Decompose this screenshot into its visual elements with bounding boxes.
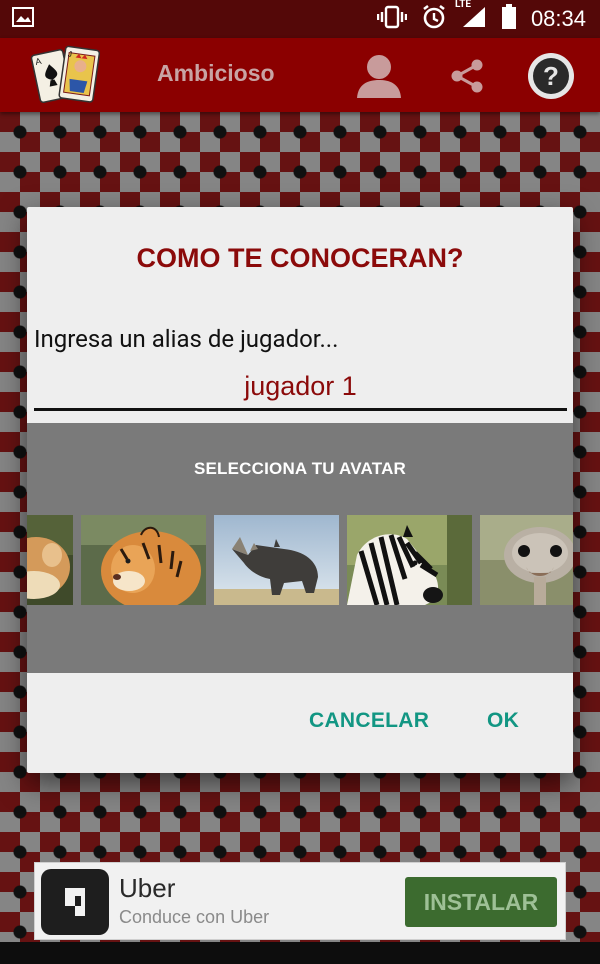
app-logo: A J: [30, 44, 102, 108]
clock: 08:34: [530, 6, 586, 31]
battery-icon: [501, 4, 517, 34]
network-label: LTE: [454, 0, 472, 10]
avatar-ostrich[interactable]: [480, 515, 573, 605]
install-button[interactable]: INSTALAR: [405, 877, 557, 927]
avatar-rhino[interactable]: [214, 515, 339, 605]
avatar-section-title: SELECCIONA TU AVATAR: [193, 459, 407, 478]
dialog-actions: CANCELAR OK: [27, 673, 573, 773]
app-title: Ambicioso: [157, 60, 275, 86]
avatar-zebra[interactable]: [347, 515, 472, 605]
alias-dialog: COMO TE CONOCERAN? Ingresa un alias de j…: [27, 207, 573, 773]
alias-input[interactable]: [34, 369, 567, 411]
dialog-title: COMO TE CONOCERAN?: [136, 243, 464, 273]
share-icon: [451, 59, 483, 93]
vibrate-icon: [376, 5, 408, 33]
avatar-tiger[interactable]: [81, 515, 206, 605]
ok-button[interactable]: OK: [483, 703, 523, 739]
help-icon: ?: [528, 53, 574, 99]
app-bar: A J Ambicioso ?: [0, 38, 600, 112]
navigation-bar: [0, 942, 600, 964]
cancel-button[interactable]: CANCELAR: [305, 703, 433, 739]
alias-prompt: Ingresa un alias de jugador...: [34, 325, 339, 353]
avatar-panel: SELECCIONA TU AVATAR: [27, 423, 573, 673]
svg-text:?: ?: [543, 61, 559, 91]
share-button[interactable]: [440, 50, 494, 102]
alarm-icon: [421, 4, 447, 34]
profile-icon: [357, 55, 401, 98]
uber-app-icon: [41, 869, 109, 935]
avatar-carousel[interactable]: [27, 515, 573, 605]
image-icon: [12, 7, 34, 31]
ad-banner[interactable]: Uber Conduce con Uber INSTALAR: [34, 862, 566, 940]
ad-app-name: Uber: [119, 873, 176, 903]
help-button[interactable]: ?: [524, 50, 578, 102]
profile-button[interactable]: [352, 50, 406, 102]
status-bar: LTE 08:34: [0, 0, 600, 38]
avatar-cat[interactable]: [27, 515, 73, 605]
signal-icon: LTE: [455, 0, 487, 33]
ad-tagline: Conduce con Uber: [119, 907, 270, 927]
